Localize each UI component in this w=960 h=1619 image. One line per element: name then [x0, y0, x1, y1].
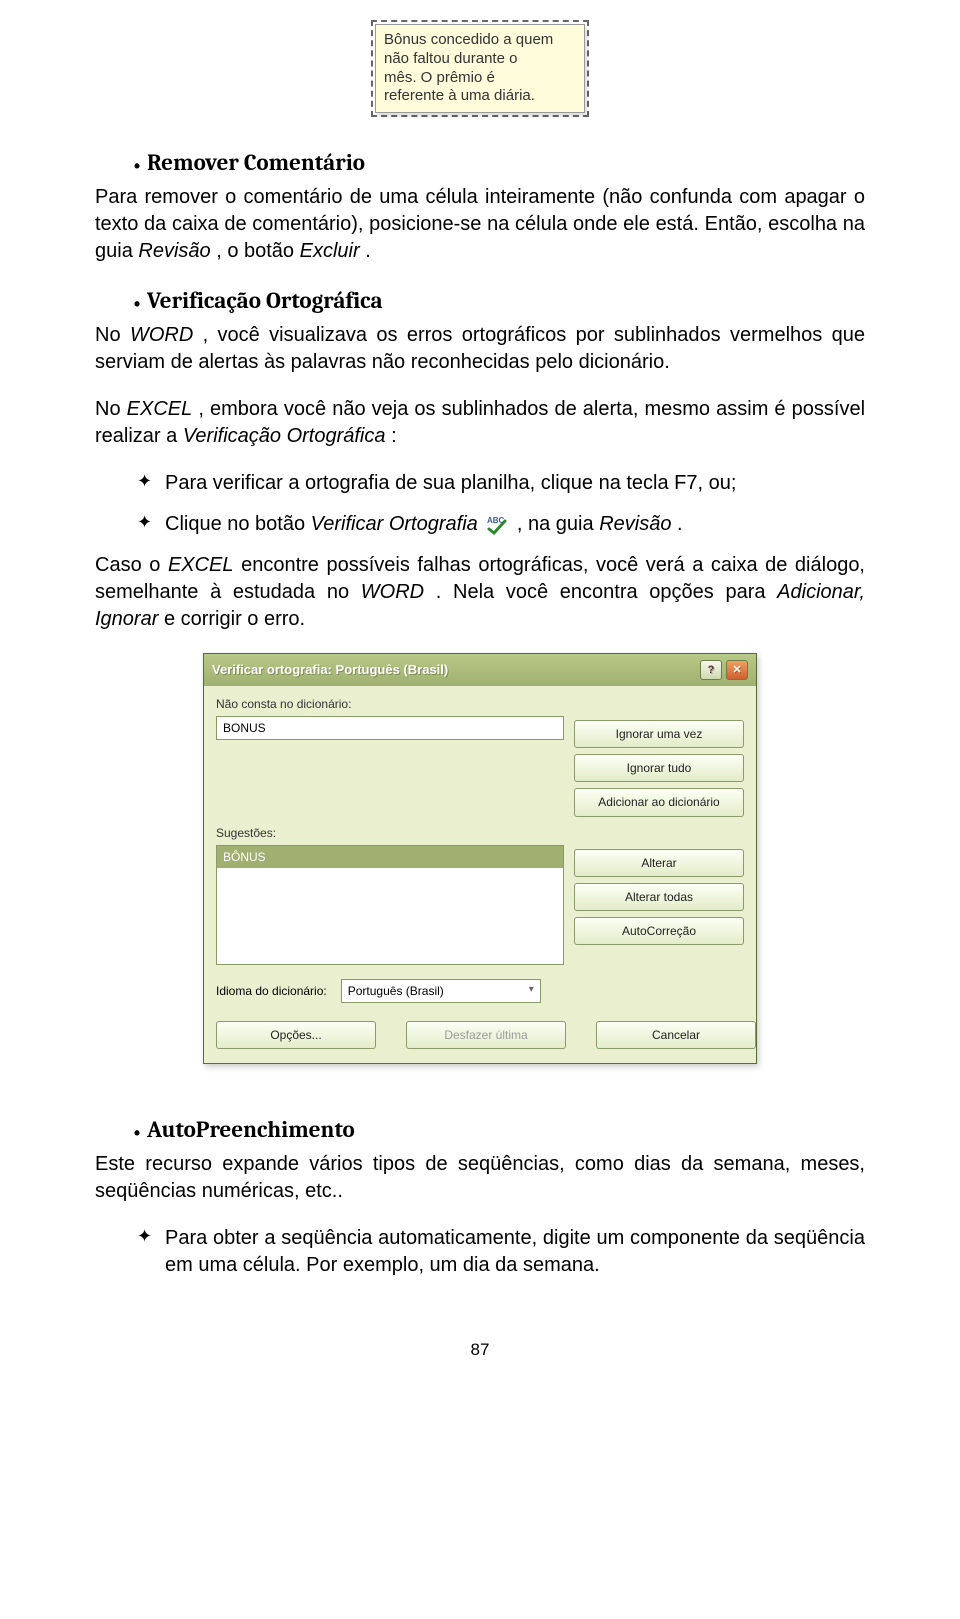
- page-number: 87: [95, 1339, 865, 1362]
- text-italic: Verificação Ortográfica: [183, 425, 386, 447]
- paragraph: No EXCEL , embora você não veja os subli…: [95, 396, 865, 450]
- text-fragment: .: [677, 513, 683, 535]
- text-fragment: .: [365, 240, 371, 262]
- spellcheck-dialog-figure: Verificar ortografia: Português (Brasil)…: [95, 653, 865, 1064]
- label-idioma: Idioma do dicionário:: [216, 983, 327, 999]
- text-fragment: Para remover o comentário de uma célula …: [95, 186, 865, 262]
- comment-selection-border: Bônus concedido a quem não faltou durant…: [371, 20, 589, 117]
- autocorrect-button[interactable]: AutoCorreção: [574, 917, 744, 945]
- change-button[interactable]: Alterar: [574, 849, 744, 877]
- heading-remover-comentario: Remover Comentário: [147, 147, 365, 178]
- paragraph: No WORD , você visualizava os erros orto…: [95, 322, 865, 376]
- comment-line: mês. O prêmio é: [384, 69, 574, 88]
- text-fragment: , você visualizava os erros ortográficos…: [95, 324, 865, 373]
- section-heading-row: • AutoPreenchimento: [95, 1114, 865, 1145]
- star-icon: ✦: [137, 470, 165, 493]
- dialog-titlebar: Verificar ortografia: Português (Brasil)…: [204, 654, 756, 686]
- list-item: ✦ Clique no botão Verificar Ortografia A…: [137, 511, 865, 538]
- ignore-once-button[interactable]: Ignorar uma vez: [574, 720, 744, 748]
- text-italic: WORD: [361, 581, 424, 603]
- text-italic: Verificar Ortografia: [311, 513, 478, 535]
- text-italic: WORD: [130, 324, 193, 346]
- language-select[interactable]: Português (Brasil): [341, 979, 541, 1003]
- text-fragment: . Nela você encontra opções para: [436, 581, 777, 603]
- paragraph: Este recurso expande vários tipos de seq…: [95, 1151, 865, 1205]
- text-italic: EXCEL: [127, 398, 193, 420]
- close-button[interactable]: ✕: [726, 660, 748, 680]
- spellcheck-icon: ABC: [485, 514, 509, 536]
- text-fragment: :: [391, 425, 397, 447]
- label-nao-consta: Não consta no dicionário:: [216, 696, 564, 712]
- cancel-button[interactable]: Cancelar: [596, 1021, 756, 1049]
- titlebar-buttons: ? ✕: [700, 660, 748, 680]
- text-fragment: , na guia: [517, 513, 599, 535]
- text-italic: Excluir: [300, 240, 360, 262]
- suggestions-list[interactable]: BÔNUS: [216, 845, 564, 965]
- help-button[interactable]: ?: [700, 660, 722, 680]
- text-fragment: , o botão: [216, 240, 299, 262]
- text-fragment: Caso o: [95, 554, 168, 576]
- bullet-icon: •: [127, 1121, 147, 1145]
- undo-last-button[interactable]: Desfazer última: [406, 1021, 566, 1049]
- language-row: Idioma do dicionário: Português (Brasil): [216, 979, 744, 1003]
- excel-comment-figure: Bônus concedido a quem não faltou durant…: [95, 20, 865, 117]
- options-button[interactable]: Opções...: [216, 1021, 376, 1049]
- text-fragment: No: [95, 324, 130, 346]
- bullet-icon: •: [127, 292, 147, 316]
- star-icon: ✦: [137, 511, 165, 534]
- comment-line: referente à uma diária.: [384, 87, 574, 106]
- suggestion-item[interactable]: BÔNUS: [217, 846, 563, 868]
- add-to-dictionary-button[interactable]: Adicionar ao dicionário: [574, 788, 744, 816]
- section-heading-row: • Verificação Ortográfica: [95, 285, 865, 316]
- text-italic: Revisão: [599, 513, 671, 535]
- paragraph: Para remover o comentário de uma célula …: [95, 184, 865, 265]
- dialog-body: Não consta no dicionário: Ignorar uma ve…: [204, 686, 756, 1063]
- page-body: Bônus concedido a quem não faltou durant…: [0, 0, 960, 1402]
- comment-tooltip: Bônus concedido a quem não faltou durant…: [375, 24, 585, 113]
- comment-line: Bônus concedido a quem: [384, 31, 574, 50]
- text-fragment: No: [95, 398, 127, 420]
- section-heading-row: • Remover Comentário: [95, 147, 865, 178]
- heading-verificacao-ortografica: Verificação Ortográfica: [147, 285, 383, 316]
- text-fragment: Clique no botão: [165, 513, 311, 535]
- star-icon: ✦: [137, 1225, 165, 1248]
- dialog-title: Verificar ortografia: Português (Brasil): [212, 661, 448, 679]
- list-text: Para verificar a ortografia de sua plani…: [165, 470, 865, 497]
- paragraph: Caso o EXCEL encontre possíveis falhas o…: [95, 552, 865, 633]
- label-sugestoes: Sugestões:: [216, 825, 564, 841]
- change-all-button[interactable]: Alterar todas: [574, 883, 744, 911]
- spellcheck-dialog: Verificar ortografia: Português (Brasil)…: [203, 653, 757, 1064]
- list-text: Clique no botão Verificar Ortografia ABC…: [165, 511, 865, 538]
- text-fragment: e corrigir o erro.: [164, 608, 305, 630]
- text-italic: EXCEL: [168, 554, 234, 576]
- comment-line: não faltou durante o: [384, 50, 574, 69]
- ignore-all-button[interactable]: Ignorar tudo: [574, 754, 744, 782]
- language-value: Português (Brasil): [348, 984, 444, 998]
- dialog-bottom-buttons: Opções... Desfazer última Cancelar: [216, 1021, 744, 1049]
- bullet-icon: •: [127, 154, 147, 178]
- list-text: Para obter a seqüência automaticamente, …: [165, 1225, 865, 1279]
- list-item: ✦ Para obter a seqüência automaticamente…: [137, 1225, 865, 1279]
- list-item: ✦ Para verificar a ortografia de sua pla…: [137, 470, 865, 497]
- not-in-dictionary-input[interactable]: [216, 716, 564, 740]
- text-italic: Revisão: [138, 240, 210, 262]
- heading-autopreenchimento: AutoPreenchimento: [147, 1114, 355, 1145]
